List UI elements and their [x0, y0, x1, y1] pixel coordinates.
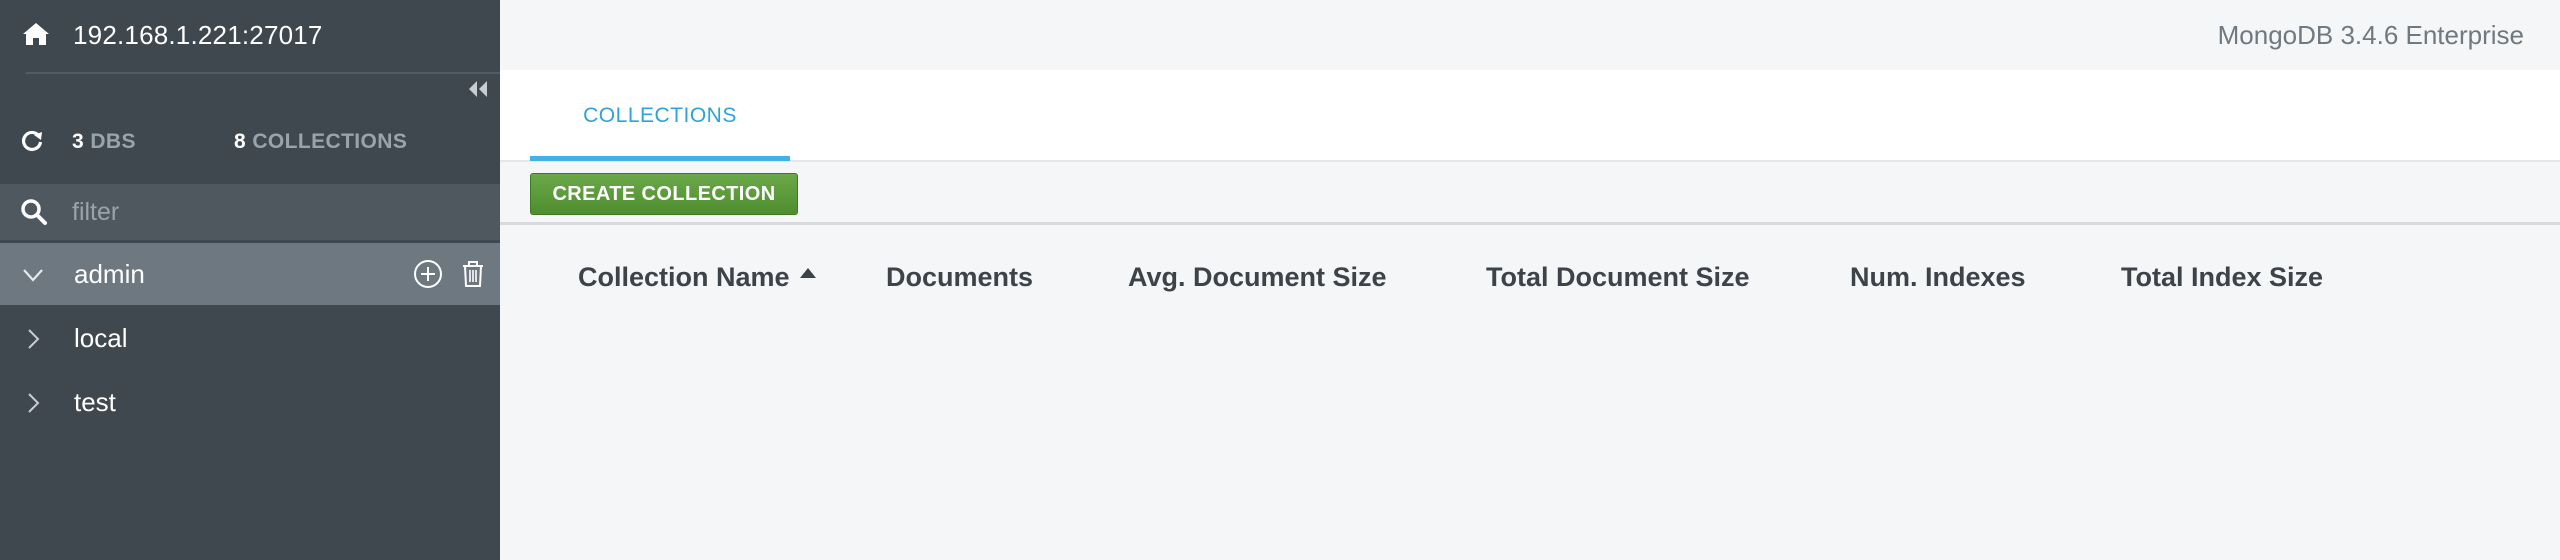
- instance-stats: 3 DBS 8 COLLECTIONS: [0, 118, 500, 162]
- column-header-total-document-size[interactable]: Total Document Size: [1486, 262, 1750, 293]
- home-icon: [23, 23, 49, 45]
- column-header-avg-document-size[interactable]: Avg. Document Size: [1128, 262, 1387, 293]
- column-header-documents[interactable]: Documents: [886, 262, 1033, 293]
- trash-icon[interactable]: [460, 259, 486, 289]
- db-label: local: [74, 323, 128, 353]
- plus-circle-icon[interactable]: [412, 258, 444, 290]
- sort-ascending-icon: [799, 268, 816, 278]
- sidebar-divider: [26, 72, 500, 74]
- chevron-right-icon[interactable]: [22, 328, 44, 350]
- column-label: Collection Name: [578, 262, 790, 292]
- column-header-collection-name[interactable]: Collection Name: [578, 262, 816, 293]
- dbs-label: DBS: [90, 130, 136, 153]
- sidebar: 192.168.1.221:27017 3 DBS 8 COLLECTIONS …: [0, 0, 500, 560]
- chevron-down-icon[interactable]: [22, 264, 44, 286]
- collections-table-header: Collection Name Documents Avg. Document …: [500, 252, 2560, 298]
- refresh-icon[interactable]: [20, 128, 44, 152]
- db-item-local[interactable]: local: [0, 307, 500, 369]
- db-item-admin[interactable]: admin: [0, 243, 500, 305]
- collections-stat: 8 COLLECTIONS: [234, 130, 407, 154]
- dbs-count: 3: [72, 130, 85, 153]
- db-label: admin: [74, 259, 145, 289]
- collections-label: COLLECTIONS: [252, 130, 408, 153]
- instance-header[interactable]: 192.168.1.221:27017: [0, 0, 500, 70]
- filter-input[interactable]: [72, 192, 472, 232]
- create-collection-button[interactable]: CREATE COLLECTION: [530, 173, 798, 215]
- instance-host: 192.168.1.221:27017: [73, 20, 323, 50]
- collapse-sidebar-icon[interactable]: [466, 78, 490, 100]
- db-label: test: [74, 387, 116, 417]
- collections-toolbar: CREATE COLLECTION: [500, 163, 2560, 225]
- db-item-test[interactable]: test: [0, 371, 500, 433]
- active-tab-indicator: [530, 156, 790, 161]
- filter-bar: [0, 184, 500, 240]
- chevron-right-icon[interactable]: [22, 392, 44, 414]
- tab-collections[interactable]: COLLECTIONS: [530, 70, 790, 162]
- main-content: MongoDB 3.4.6 Enterprise COLLECTIONS CRE…: [500, 0, 2560, 560]
- column-header-total-index-size[interactable]: Total Index Size: [2121, 262, 2323, 293]
- collections-count: 8: [234, 130, 247, 153]
- column-header-num-indexes[interactable]: Num. Indexes: [1850, 262, 2026, 293]
- tab-bar: COLLECTIONS: [500, 70, 2560, 162]
- server-version: MongoDB 3.4.6 Enterprise: [2217, 20, 2524, 50]
- dbs-stat: 3 DBS: [72, 130, 136, 154]
- search-icon: [21, 199, 47, 225]
- top-bar: MongoDB 3.4.6 Enterprise: [500, 0, 2560, 70]
